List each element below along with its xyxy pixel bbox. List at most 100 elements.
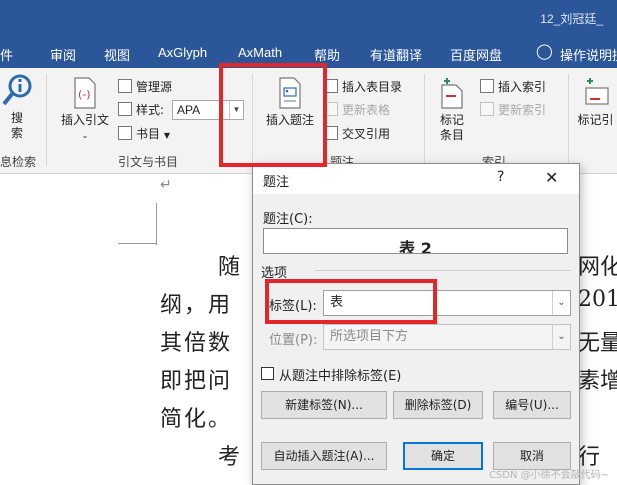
label-select-value: 表 (330, 295, 344, 310)
cross-reference-label: 交叉引用 (342, 127, 391, 141)
chevron-down-icon: ⌄ (81, 131, 89, 140)
document-text-line[interactable]: 简化。 (160, 401, 232, 433)
lightbulb-icon: ◯ (536, 43, 553, 60)
new-label-button[interactable]: 新建标签(N)... (261, 391, 387, 419)
delete-label-button[interactable]: 删除标签(D) (393, 391, 483, 419)
insert-caption-icon (279, 77, 301, 109)
manage-sources-label: 管理源 (136, 80, 173, 94)
tab-view[interactable]: 视图 (104, 45, 130, 64)
tab-baidu-netdisk[interactable]: 百度网盘 (450, 45, 502, 64)
numbering-button[interactable]: 编号(U)... (493, 391, 571, 419)
mark-entry-icon (441, 78, 463, 109)
dropdown-arrow-icon[interactable]: ▼ (229, 101, 243, 119)
insert-index-icon (480, 79, 494, 93)
update-table-icon (324, 102, 338, 116)
tab-review[interactable]: 审阅 (50, 45, 76, 64)
ribbon-separator (568, 74, 569, 166)
label-field-label: 标签(L): (269, 299, 317, 314)
search-label-2: 索 (10, 126, 23, 140)
tab-help[interactable]: 帮助 (314, 45, 340, 64)
cross-reference-button[interactable]: 交叉引用 (324, 125, 390, 143)
document-text-line-end[interactable]: 网化 (578, 249, 617, 281)
table-of-figures-icon (324, 79, 338, 93)
manage-sources-icon (118, 79, 132, 93)
manage-sources-button[interactable]: 管理源 (118, 78, 172, 96)
tab-file[interactable]: 件 (0, 45, 13, 64)
ribbon: 搜 索 息检索 (-) 插入引文 ⌄ 管理源 样式: APA ▼ 书目 ▼ 引文… (0, 68, 617, 174)
insert-index-button[interactable]: 插入索引 (480, 78, 546, 96)
cross-reference-icon (324, 126, 338, 140)
insert-citation-icon: (-) (74, 77, 96, 109)
caption-field-label: 题注(C): (263, 212, 313, 227)
tell-me-search[interactable]: 操作说明搜 (560, 45, 617, 64)
document-text-line[interactable]: 纲，用 (160, 287, 232, 319)
chevron-down-icon[interactable]: ⌄ (552, 291, 570, 315)
bibliography-icon (118, 126, 132, 140)
document-text-line[interactable]: 考 (218, 439, 242, 471)
update-table-button: 更新表格 (324, 101, 390, 119)
insert-caption-button[interactable]: 插入题注 (258, 76, 322, 128)
paragraph-return-icon: ↵ (160, 177, 172, 193)
ribbon-separator (46, 74, 47, 166)
tab-youdao-translate[interactable]: 有道翻译 (370, 45, 422, 64)
tab-axmath[interactable]: AxMath (238, 45, 282, 60)
document-text-line[interactable]: 其倍数 (160, 325, 232, 357)
bibliography-label: 书目 (136, 127, 161, 141)
dialog-title: 题注 (263, 175, 290, 190)
insert-table-of-figures-button[interactable]: 插入表目录 (324, 78, 402, 96)
mark-citation-icon (584, 78, 609, 105)
document-text-line[interactable]: 随 (218, 249, 242, 281)
style-icon (118, 102, 132, 116)
mark-entry-label-2: 条目 (439, 128, 464, 142)
dialog-title-bar[interactable]: 题注 ? ✕ (253, 164, 579, 194)
update-index-button: 更新索引 (480, 101, 546, 119)
position-field-label: 位置(P): (269, 333, 318, 348)
insert-table-of-figures-label: 插入表目录 (342, 80, 403, 94)
bibliography-button[interactable]: 书目 ▼ (118, 125, 170, 143)
insert-citation-label: 插入引文 (60, 113, 109, 127)
options-group-divider (315, 270, 571, 271)
document-text-line-end[interactable]: 无量 (578, 325, 617, 357)
update-index-label: 更新索引 (498, 103, 547, 117)
caption-input[interactable]: 表 2 (263, 228, 568, 254)
ok-button[interactable]: 确定 (403, 442, 483, 470)
mark-entry-label-1: 标记 (439, 113, 464, 127)
style-label-group: 样式: (118, 101, 164, 119)
insert-citation-button[interactable]: (-) 插入引文 ⌄ (56, 76, 114, 143)
exclude-label-text: 从题注中排除标签(E) (279, 369, 402, 384)
ribbon-tab-bar: 件 审阅 视图 AxGlyph AxMath 帮助 有道翻译 百度网盘 ◯ 操作… (0, 36, 617, 68)
mark-citation-button[interactable]: 标记引 (574, 76, 617, 128)
exclude-label-checkbox[interactable] (261, 367, 274, 380)
document-title: 12_刘冠廷_ (540, 12, 603, 26)
margin-corner-vertical (156, 203, 157, 245)
document-text-line[interactable]: 即把问 (160, 363, 232, 395)
caption-input-value: 表 2 (399, 239, 432, 254)
caption-dialog: 题注 ? ✕ 题注(C): 表 2 选项 标签(L): 表 ⌄ 位置(P): 所… (252, 163, 580, 485)
chevron-down-icon: ⌄ (552, 325, 570, 349)
label-select[interactable]: 表 ⌄ (323, 290, 571, 316)
update-index-icon (480, 102, 494, 116)
title-bar: 12_刘冠廷_ (0, 0, 617, 36)
position-select: 所选项目下方 ⌄ (323, 324, 571, 350)
document-text-line-end[interactable]: 201 (578, 287, 617, 312)
info-search-group-label: 息检索 (0, 155, 37, 169)
citation-style-value: APA (177, 103, 201, 117)
margin-corner-horizontal (118, 243, 157, 244)
document-text-line-end[interactable]: 素增 (578, 363, 617, 395)
ribbon-separator (252, 74, 253, 166)
insert-caption-label: 插入题注 (265, 113, 314, 127)
tab-axglyph[interactable]: AxGlyph (158, 45, 207, 60)
autocaption-button[interactable]: 自动插入题注(A)... (261, 442, 387, 470)
info-search-icon (2, 74, 32, 106)
insert-index-label: 插入索引 (498, 80, 547, 94)
mark-citation-label: 标记引 (577, 113, 614, 127)
search-label-1: 搜 (10, 111, 23, 125)
svg-text:(-): (-) (78, 88, 91, 101)
mark-entry-button[interactable]: 标记 条目 (432, 76, 472, 143)
citation-style-select[interactable]: APA ▼ (172, 100, 244, 120)
close-icon[interactable]: ✕ (545, 168, 558, 187)
smart-lookup-button[interactable]: 搜 索 (0, 74, 34, 141)
help-icon[interactable]: ? (497, 169, 504, 185)
style-label: 样式: (136, 103, 165, 117)
chevron-down-icon: ▼ (163, 131, 170, 140)
